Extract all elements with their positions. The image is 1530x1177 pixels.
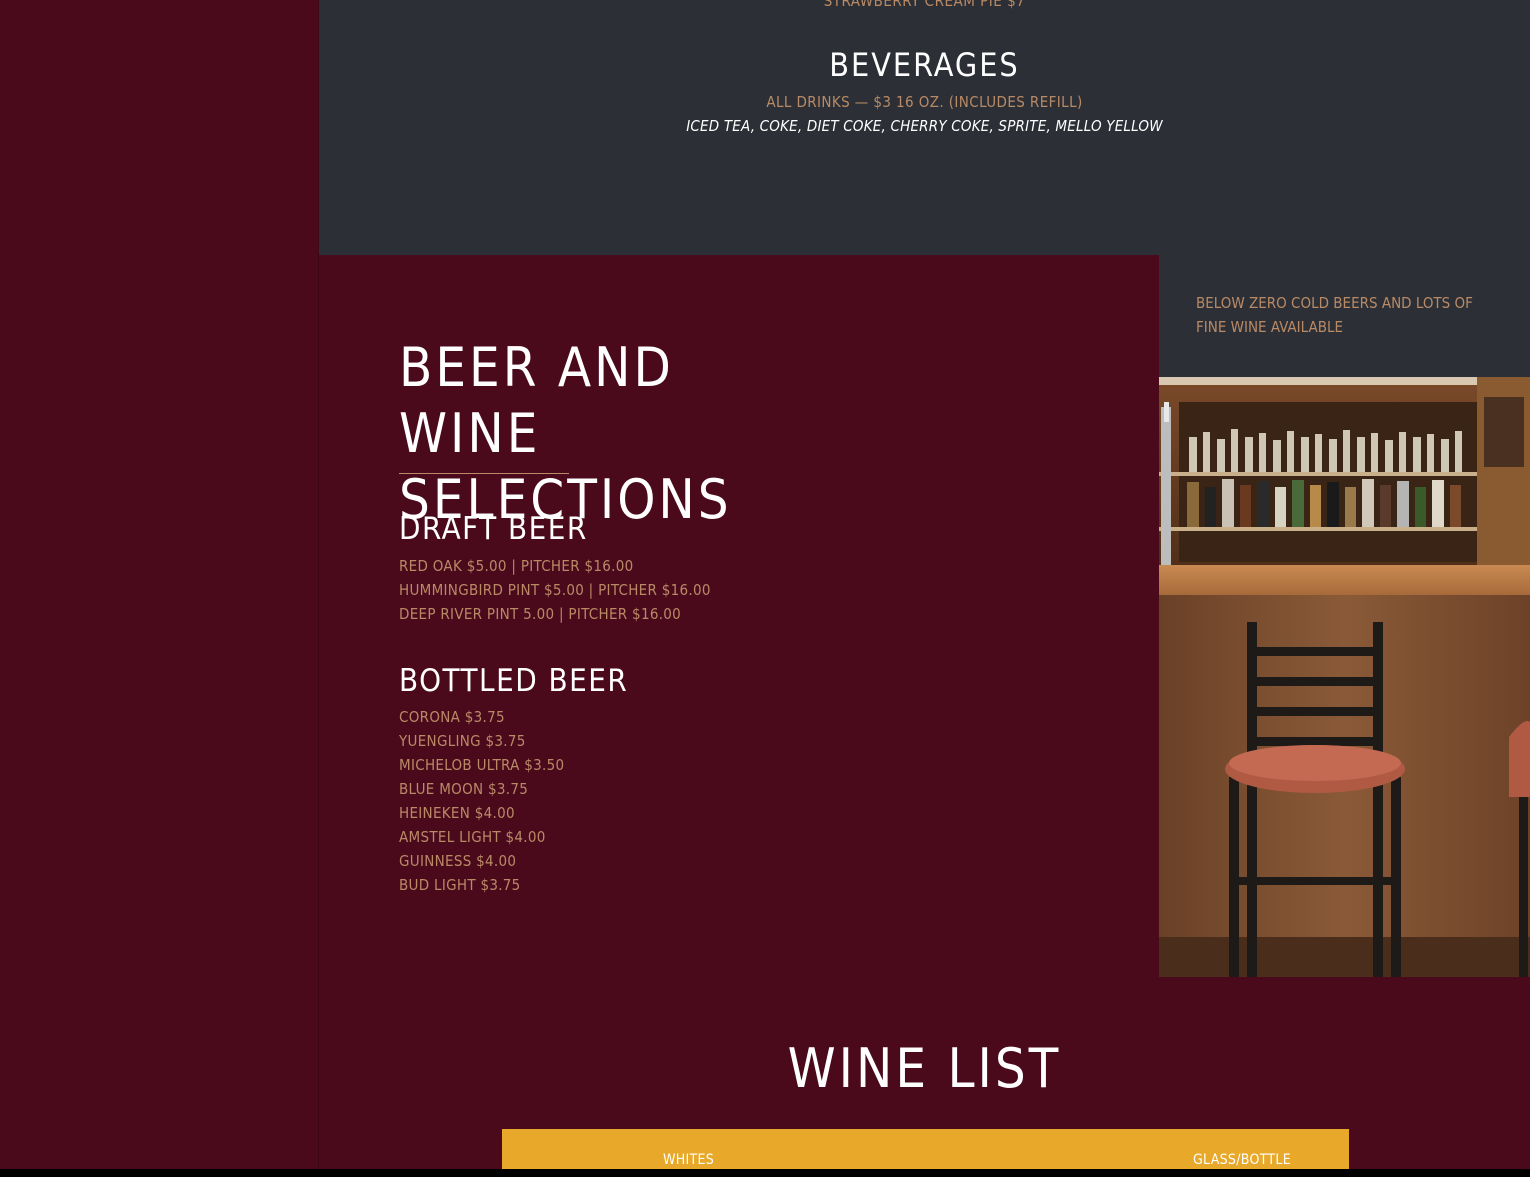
beer-wine-heading: BEER AND WINE SELECTIONS bbox=[399, 335, 819, 533]
beverages-section: STRAWBERRY CREAM PIE $7 BEVERAGES ALL DR… bbox=[319, 0, 1530, 255]
draft-beer-list: RED OAK $5.00 | PITCHER $16.00 HUMMINGBI… bbox=[399, 554, 711, 626]
list-item: RED OAK $5.00 | PITCHER $16.00 bbox=[399, 557, 634, 575]
bar-photo-illustration bbox=[1159, 377, 1530, 977]
draft-beer-title: DRAFT BEER bbox=[399, 511, 588, 547]
list-item: HEINEKEN $4.00 bbox=[399, 804, 515, 822]
bottled-beer-list: CORONA $3.75 YUENGLING $3.75 MICHELOB UL… bbox=[399, 705, 564, 897]
promo-text: BELOW ZERO COLD BEERS AND LOTS OF FINE W… bbox=[1196, 294, 1473, 336]
beverages-list: ICED TEA, COKE, DIET COKE, CHERRY COKE, … bbox=[686, 117, 1163, 135]
list-item: DEEP RIVER PINT 5.00 | PITCHER $16.00 bbox=[399, 605, 682, 623]
wine-table-header: WHITES GLASS/BOTTLE bbox=[502, 1129, 1349, 1169]
list-item: HUMMINGBIRD PINT $5.00 | PITCHER $16.00 bbox=[399, 581, 711, 599]
previous-menu-item: STRAWBERRY CREAM PIE $7 bbox=[823, 0, 1026, 10]
wine-list-title: WINE LIST bbox=[787, 1037, 1062, 1100]
list-item: MICHELOB ULTRA $3.50 bbox=[399, 756, 565, 774]
list-item: GUINNESS $4.00 bbox=[399, 852, 517, 870]
wine-column-whites: WHITES bbox=[663, 1152, 715, 1168]
wine-column-glass-bottle: GLASS/BOTTLE bbox=[1193, 1152, 1291, 1168]
beer-wine-section: BEER AND WINE SELECTIONS DRAFT BEER RED … bbox=[319, 255, 1159, 977]
beverages-price: ALL DRINKS — $3 16 OZ. (INCLUDES REFILL) bbox=[766, 93, 1083, 111]
list-item: CORONA $3.75 bbox=[399, 708, 505, 726]
list-item: BUD LIGHT $3.75 bbox=[399, 876, 521, 894]
bottled-beer-title: BOTTLED BEER bbox=[399, 663, 629, 699]
wine-list-section: WINE LIST WHITES GLASS/BOTTLE bbox=[319, 977, 1530, 1169]
beer-wine-heading-line1: BEER AND WINE bbox=[399, 336, 674, 465]
beverages-title: BEVERAGES bbox=[829, 46, 1020, 84]
left-sidebar bbox=[0, 0, 319, 1169]
heading-divider bbox=[399, 473, 569, 474]
promo-box: BELOW ZERO COLD BEERS AND LOTS OF FINE W… bbox=[1159, 255, 1530, 377]
window-bottom-edge bbox=[0, 1169, 1530, 1177]
list-item: AMSTEL LIGHT $4.00 bbox=[399, 828, 546, 846]
bar-photo bbox=[1159, 377, 1530, 977]
list-item: YUENGLING $3.75 bbox=[399, 732, 526, 750]
list-item: BLUE MOON $3.75 bbox=[399, 780, 529, 798]
